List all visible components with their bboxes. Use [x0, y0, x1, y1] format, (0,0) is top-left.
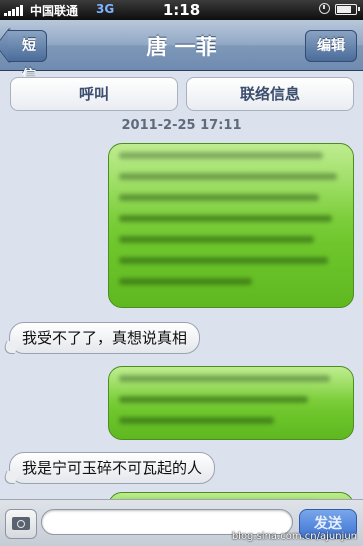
battery-icon: [335, 4, 360, 15]
watermark: blog.sina.com.cn/ajunjun: [231, 531, 357, 542]
camera-icon: [12, 517, 30, 530]
contact-info-button[interactable]: 联络信息: [186, 77, 354, 111]
navigation-bar: 短信 唐 一菲 编辑: [0, 20, 363, 84]
blurred-text: [119, 375, 341, 431]
outgoing-message-bubble[interactable]: [108, 143, 354, 308]
edit-button[interactable]: 编辑: [305, 30, 357, 62]
status-bar: 中国联通 3G 1:18: [0, 0, 363, 20]
contact-actions: 呼叫 联络信息: [10, 77, 354, 111]
camera-button[interactable]: [5, 509, 37, 539]
call-button[interactable]: 呼叫: [10, 77, 178, 111]
alarm-icon: [319, 3, 330, 14]
incoming-message-bubble[interactable]: 我是宁可玉碎不可瓦起的人: [9, 452, 216, 484]
incoming-message-bubble[interactable]: 我受不了了，真想说真相: [9, 322, 201, 354]
status-time: 1:18: [162, 1, 201, 19]
blurred-text: [119, 152, 341, 299]
compose-bar: 发送 blog.sina.com.cn/ajunjun: [0, 499, 363, 546]
outgoing-message-bubble[interactable]: [108, 366, 354, 440]
message-timestamp: 2011-2-25 17:11: [121, 118, 242, 133]
